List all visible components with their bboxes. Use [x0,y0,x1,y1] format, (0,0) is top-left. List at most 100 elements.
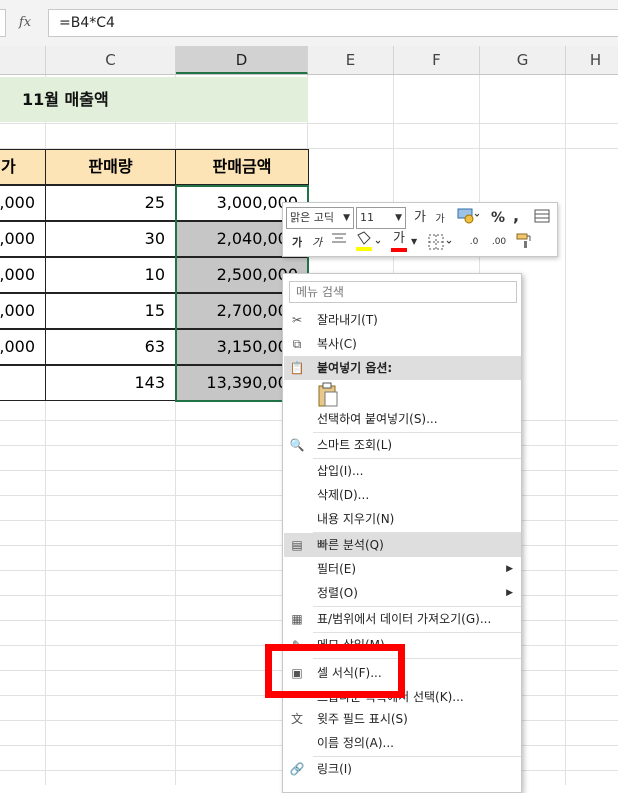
cell-b4[interactable]: ,000 [0,185,46,221]
smart-lookup-icon: 🔍 [289,438,305,452]
menu-item-label: 삽입(I)... [317,464,364,478]
menu-item-pick-dropdown[interactable]: 드롭다운 목록에서 선택(K)... [284,685,521,709]
menu-item-smart-lookup[interactable]: 🔍 스마트 조회(L) [284,433,521,457]
column-header-e[interactable]: E [308,46,394,74]
column-header-g[interactable]: G [480,46,566,74]
column-header-h[interactable]: H [566,46,618,74]
phonetic-guide-icon: 文 [290,712,303,726]
menu-item-label: 삭제(D)... [317,488,370,502]
menu-item-label: 정렬(O) [317,586,358,600]
decrease-decimal-label: .00 [491,237,507,247]
menu-item-label: 복사(C) [317,337,357,351]
menu-item-paste-options: 📋 붙여넣기 옵션: [284,356,521,380]
decrease-decimal-button[interactable]: .00 [487,231,511,253]
menu-item-label: 스마트 조회(L) [317,438,393,452]
cell-c5[interactable]: 30 [45,221,176,257]
font-color-bar [391,248,407,252]
cell-b7[interactable]: ,000 [0,293,46,329]
cell-b6[interactable]: ,000 [0,257,46,293]
cell-c4[interactable]: 25 [45,185,176,221]
column-header-f[interactable]: F [394,46,480,74]
menu-item-label: 선택하여 붙여넣기(S)... [317,412,438,426]
chevron-down-icon: ▼ [411,237,418,246]
formula-bar: fx =B4*C4 [0,0,618,46]
menu-item-label: 셀 서식(F)... [317,666,382,680]
menu-item-label: 빠른 분석(Q) [317,538,384,552]
format-cells-icon: ▣ [291,666,303,680]
submenu-arrow-icon: ▶ [506,564,513,574]
font-name-value: 맑은 고딕 [290,211,334,224]
menu-item-label: 드롭다운 목록에서 선택(K)... [317,690,464,704]
align-center-icon[interactable] [329,232,349,254]
menu-item-paste-special[interactable]: 선택하여 붙여넣기(S)... [284,407,521,431]
menu-item-phonetic[interactable]: 文 윗주 필드 표시(S) [284,707,521,731]
cell-c6[interactable]: 10 [45,257,176,293]
cell-c9-total[interactable]: 143 [45,365,176,401]
percent-style-button[interactable]: % [489,207,507,229]
scissors-icon: ✂ [291,313,303,327]
link-icon: 🔗 [289,762,305,776]
fill-color-icon[interactable] [353,231,383,253]
header-cell-quantity[interactable]: 판매량 [45,149,176,185]
menu-item-get-data[interactable]: ▦ 표/범위에서 데이터 가져오기(G)... [284,607,521,631]
menu-item-label: 이름 정의(A)... [317,736,394,750]
menu-item-sort[interactable]: 정렬(O) ▶ [284,581,521,605]
borders-icon[interactable] [425,231,455,253]
column-header-b[interactable] [0,46,46,74]
menu-item-label: 내용 지우기(N) [317,512,395,526]
menu-item-label: 붙여넣기 옵션: [317,361,393,375]
menu-item-format-cells[interactable]: ▣ 셀 서식(F)... [284,661,521,685]
menu-item-label: 윗주 필드 표시(S) [317,712,408,726]
menu-item-label: 필터(E) [317,562,357,576]
insert-function-icon[interactable]: fx [6,9,44,37]
header-cell-b[interactable]: 가 [0,149,46,185]
increase-decimal-label: .0 [469,237,479,247]
format-painter-icon[interactable] [513,231,535,253]
header-cell-amount[interactable]: 판매금액 [175,149,309,185]
formula-input[interactable]: =B4*C4 [48,9,618,37]
paste-button[interactable] [284,380,521,410]
column-header-c[interactable]: C [46,46,176,74]
chevron-down-icon: ▼ [343,213,350,223]
cell-b5[interactable]: ,000 [0,221,46,257]
menu-item-clear-contents[interactable]: 내용 지우기(N) [284,507,521,531]
font-name-dropdown[interactable]: 맑은 고딕 ▼ [286,207,354,229]
sheet-title: 11월 매출액 [22,90,109,109]
menu-item-filter[interactable]: 필터(E) ▶ [284,557,521,581]
mini-toolbar: 맑은 고딕 ▼ 11 ▼ 가 가 % , 가 가 가 ▼ .0 .00 [282,202,558,257]
column-header-d[interactable]: D [176,46,308,74]
context-menu: 메뉴 검색 ✂ 잘라내기(T) ⧉ 복사(C) 📋 붙여넣기 옵션: 선택하여 … [282,273,522,793]
menu-item-quick-analysis[interactable]: ▤ 빠른 분석(Q) [284,533,521,557]
cell-b8[interactable]: ,000 [0,329,46,365]
copy-icon: ⧉ [292,337,302,351]
menu-item-label: 잘라내기(T) [317,313,378,327]
menu-item-link[interactable]: 🔗 링크(I) [284,757,521,781]
format-table-icon[interactable] [531,207,553,229]
menu-item-insert[interactable]: 삽입(I)... [284,459,521,483]
menu-item-delete[interactable]: 삭제(D)... [284,483,521,507]
quick-analysis-icon: ▤ [291,538,303,552]
increase-decimal-button[interactable]: .0 [463,231,485,253]
cell-c7[interactable]: 15 [45,293,176,329]
menu-item-label: 메모 삽입(M) [317,638,385,652]
font-size-dropdown[interactable]: 11 ▼ [356,207,406,229]
cell-c8[interactable]: 63 [45,329,176,365]
accounting-format-icon[interactable] [453,207,483,229]
chevron-down-icon: ▼ [395,213,402,223]
comma-style-button[interactable]: , [509,205,523,227]
clipboard-icon: 📋 [289,361,305,375]
menu-item-define-name[interactable]: 이름 정의(A)... [284,731,521,755]
grow-font-button[interactable]: 가 [411,207,429,229]
menu-item-copy[interactable]: ⧉ 복사(C) [284,332,521,356]
menu-item-cut[interactable]: ✂ 잘라내기(T) [284,308,521,332]
font-color-icon[interactable]: 가 ▼ [389,231,419,253]
cell-b9[interactable] [0,365,46,401]
shrink-font-button[interactable]: 가 [431,209,449,231]
italic-button[interactable]: 가 [309,232,325,254]
font-color-letter: 가 [393,231,405,246]
menu-search-input[interactable]: 메뉴 검색 [289,281,517,303]
font-size-value: 11 [360,211,374,224]
menu-item-insert-comment[interactable]: ✎ 메모 삽입(M) [284,633,521,657]
bold-button[interactable]: 가 [289,232,305,254]
submenu-arrow-icon: ▶ [506,588,513,598]
